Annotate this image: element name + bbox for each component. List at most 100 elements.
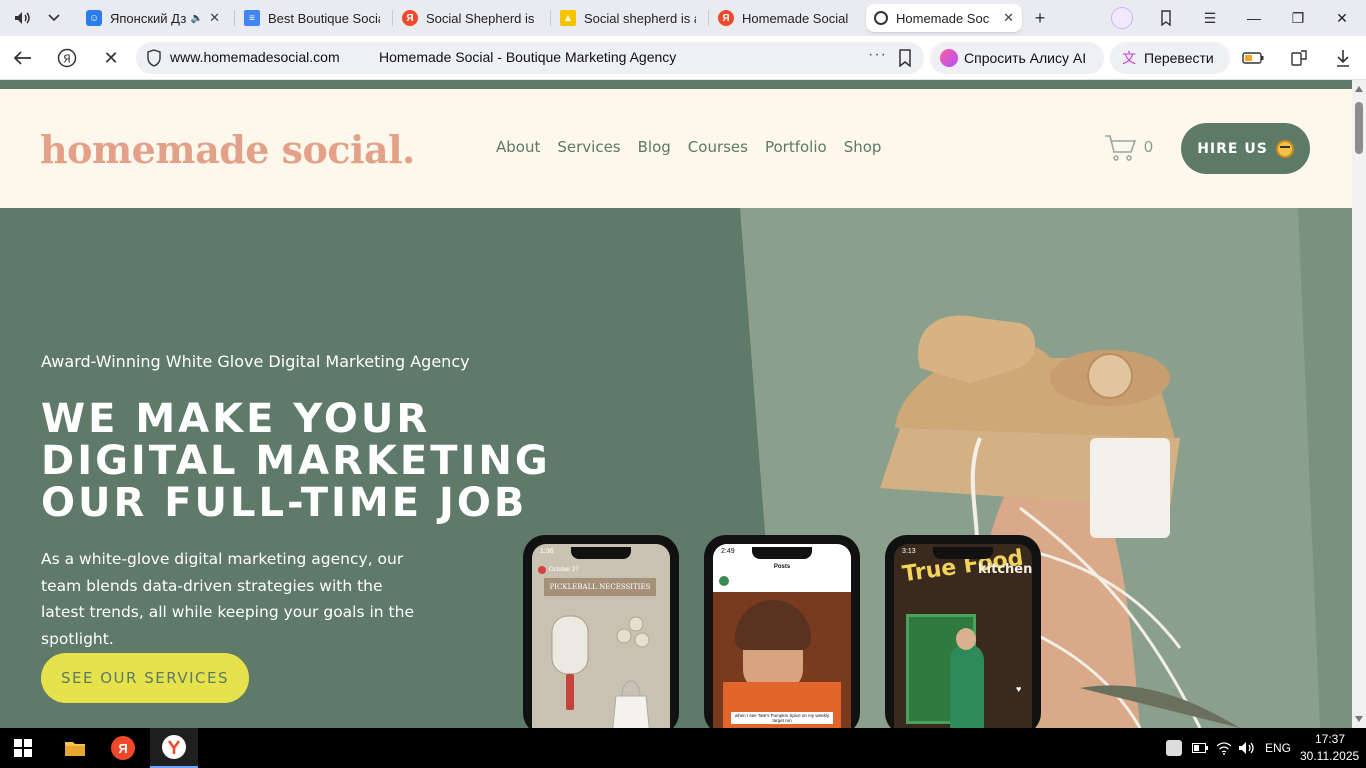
hero-title-line: OUR FULL-TIME JOB [41, 480, 528, 526]
phone-time: 1:36 [540, 548, 554, 555]
tray-app-icon[interactable] [1162, 728, 1186, 768]
close-icon[interactable]: ✕ [1003, 10, 1014, 26]
collections-icon[interactable] [1152, 6, 1180, 30]
restore-icon[interactable]: ❐ [1278, 4, 1318, 32]
phone-screen: 2:49 Posts when I see Tate's Pumpkin Spi… [713, 544, 851, 728]
see-our-services-button[interactable]: SEE OUR SERVICES [41, 653, 249, 703]
alice-label: Спросить Алису AI [964, 50, 1087, 66]
tab-title: Social Shepherd is a [426, 10, 538, 26]
hero-body: As a white-glove digital marketing agenc… [41, 550, 414, 648]
yandex-logo-icon[interactable]: Я [52, 44, 82, 72]
meme-caption: when I see Tate's Pumpkin Spice on my we… [731, 712, 833, 724]
phone-mockup-2: 2:49 Posts when I see Tate's Pumpkin Spi… [704, 535, 860, 728]
scroll-down-arrow-icon[interactable] [1355, 716, 1363, 722]
menu-icon[interactable]: ☰ [1196, 6, 1224, 30]
scroll-thumb[interactable] [1355, 102, 1363, 154]
docs-icon: ≡ [244, 10, 260, 26]
windows-start-icon[interactable] [0, 728, 46, 768]
close-icon[interactable]: ✕ [209, 10, 220, 26]
tab-0[interactable]: ☺ Японский Дз 🔈 ✕ [78, 4, 228, 32]
url-page-title: Homemade Social - Boutique Marketing Age… [379, 49, 677, 65]
clock-time[interactable]: 17:37 [1315, 732, 1345, 746]
posts-header: Posts [773, 564, 791, 570]
minimize-icon[interactable]: — [1234, 4, 1274, 32]
phone-screen: 1:36 October 27 PICKLEBALL NECESSITIES [532, 544, 670, 728]
tab-2[interactable]: Я Social Shepherd is a [394, 4, 546, 32]
nav-about[interactable]: About [496, 138, 540, 156]
hire-us-label: HIRE US [1197, 140, 1268, 157]
shield-icon[interactable] [146, 49, 162, 67]
clock-date[interactable]: 30.11.2025 [1300, 749, 1359, 763]
logo-text: homemade social [40, 127, 403, 172]
taskbar: Я ENG 17:37 30.11.2025 [0, 728, 1366, 768]
hero-kicker: Award-Winning White Glove Digital Market… [41, 352, 470, 371]
alice-ai-button[interactable]: Спросить Алису AI [930, 42, 1104, 74]
phone-mockup-3: 3:13 True Food kitchen ♥ [885, 535, 1041, 728]
tab-1[interactable]: ≡ Best Boutique Social [236, 4, 388, 32]
main-navigation: About Services Blog Courses Portfolio Sh… [496, 138, 881, 156]
stop-loading-icon[interactable]: ✕ [96, 44, 126, 72]
wifi-icon[interactable] [1212, 728, 1236, 768]
tab-title: Social shepherd is a [584, 10, 696, 26]
phone-screen: 3:13 True Food kitchen ♥ [894, 544, 1032, 728]
profile-avatar[interactable] [1108, 6, 1136, 30]
file-explorer-icon[interactable] [52, 728, 98, 768]
nav-shop[interactable]: Shop [844, 138, 882, 156]
tab-list-chevron-icon[interactable] [40, 6, 68, 30]
nav-blog[interactable]: Blog [638, 138, 671, 156]
hire-us-button[interactable]: HIRE US [1181, 123, 1310, 174]
site-logo[interactable]: homemade social. [40, 127, 415, 172]
person-figure [950, 644, 984, 728]
story-title: PICKLEBALL NECESSITIES [544, 578, 656, 596]
battery-saver-icon[interactable] [1238, 44, 1268, 72]
download-icon[interactable] [1328, 44, 1358, 72]
address-bar[interactable]: www.homemadesocial.com Homemade Social -… [136, 42, 924, 74]
tab-title: Homemade Social [742, 10, 849, 26]
tab-strip: ☺ Японский Дз 🔈 ✕ ≡ Best Boutique Social… [0, 0, 1366, 36]
tab-4[interactable]: Я Homemade Social [710, 4, 860, 32]
yandex-icon: Я [718, 10, 734, 26]
new-tab-icon[interactable]: + [1026, 6, 1054, 30]
more-dots-icon[interactable]: ··· [868, 46, 887, 64]
speaker-icon: 🔈 [190, 12, 204, 24]
url-domain: www.homemadesocial.com [170, 49, 340, 65]
tab-title: Японский Дз [110, 10, 187, 26]
audio-icon[interactable] [8, 6, 36, 30]
battery-icon[interactable] [1188, 728, 1212, 768]
hero-title: WE MAKE YOUR DIGITAL MARKETING OUR FULL-… [41, 398, 661, 524]
tab-3[interactable]: ▲ Social shepherd is a [552, 4, 704, 32]
language-indicator[interactable]: ENG [1265, 741, 1291, 755]
loading-icon [874, 11, 888, 25]
scroll-up-arrow-icon[interactable] [1355, 86, 1363, 92]
yandex-icon: Я [402, 10, 418, 26]
image-icon: ▲ [560, 10, 576, 26]
store-sign-sub: kitchen [978, 562, 1032, 577]
app-icon [538, 566, 546, 574]
account-avatar [719, 576, 729, 586]
cart-icon[interactable] [1104, 133, 1138, 163]
back-arrow-icon[interactable] [8, 44, 38, 72]
svg-text:Я: Я [63, 53, 71, 66]
extensions-icon[interactable] [1284, 44, 1314, 72]
nav-services[interactable]: Services [557, 138, 620, 156]
translate-label: Перевести [1144, 50, 1214, 66]
nav-courses[interactable]: Courses [688, 138, 748, 156]
pickleball-paddle-icon [551, 615, 650, 728]
nav-portfolio[interactable]: Portfolio [765, 138, 827, 156]
tab-5-active[interactable]: Homemade Soc ✕ [866, 4, 1022, 32]
page-scrollbar[interactable] [1352, 80, 1366, 728]
translate-button[interactable]: 文 Перевести [1110, 42, 1230, 74]
yandex-browser-icon[interactable] [150, 728, 198, 768]
yandex-app-icon[interactable]: Я [100, 728, 146, 768]
post-image: when I see Tate's Pumpkin Spice on my we… [713, 592, 851, 728]
tab-title: Best Boutique Social [268, 10, 380, 26]
navigation-bar: Я ✕ www.homemadesocial.com Homemade Soci… [0, 36, 1366, 80]
cart-count: 0 [1144, 139, 1153, 156]
volume-icon[interactable] [1234, 728, 1258, 768]
translate-icon: 文 [1122, 50, 1136, 66]
bookmark-icon[interactable] [898, 49, 912, 67]
nerd-emoji-icon [1275, 139, 1294, 158]
phone-time: 2:49 [721, 548, 735, 555]
close-window-icon[interactable]: ✕ [1322, 4, 1362, 32]
top-stripe [0, 80, 1352, 89]
